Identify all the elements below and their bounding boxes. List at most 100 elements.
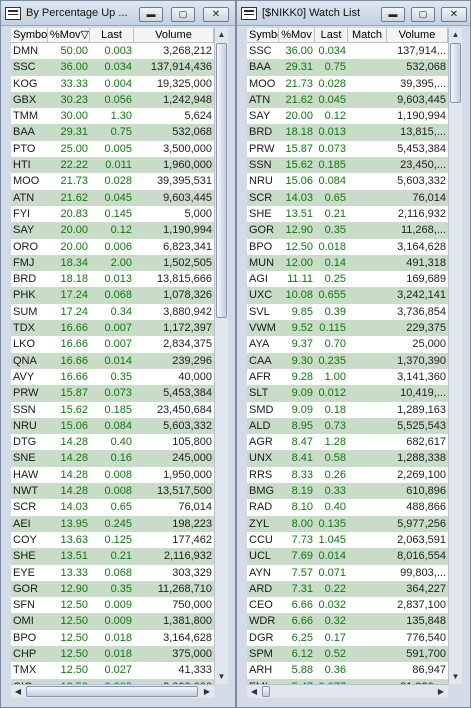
table-row[interactable]: PRW 15.87 0.073 5,453,384 — [247, 140, 448, 158]
table-row[interactable]: PRW 15.87 0.073 5,453,384 — [11, 385, 214, 402]
table-row[interactable]: MUN 12.00 0.14 491,318 — [247, 254, 448, 272]
table-row[interactable]: COY 13.63 0.125 177,462 — [11, 531, 214, 549]
vertical-scrollbar[interactable]: ▲ ▼ — [214, 28, 228, 684]
table-row[interactable]: KOG 33.33 0.004 19,325,000 — [11, 75, 214, 92]
table-row[interactable]: SHE 13.51 0.21 2,116,932 — [11, 548, 214, 565]
restore-button[interactable]: ▢ — [171, 7, 195, 22]
scroll-up-arrow[interactable]: ▲ — [449, 28, 462, 42]
table-row[interactable]: ATN 21.62 0.045 9,603,445 — [247, 91, 448, 109]
table-row[interactable]: QNA 16.66 0.014 239,296 — [11, 352, 214, 369]
table-row[interactable]: SAY 20.00 0.12 1,190,994 — [11, 222, 214, 239]
table-row[interactable]: SLT 9.09 0.012 10,419,... — [247, 385, 448, 402]
table-row[interactable]: HAW 14.28 0.008 1,950,000 — [11, 466, 214, 484]
column-header-last[interactable]: Last — [90, 28, 134, 43]
titlebar[interactable]: By Percentage Up ... ▬ ▢ ✕ — [1, 1, 235, 26]
horizontal-scrollbar[interactable]: ◀ ▶ — [247, 684, 448, 698]
table-row[interactable]: SSC 36.00 0.034 137,914... — [247, 43, 448, 60]
close-button[interactable]: ✕ — [441, 7, 467, 22]
scroll-down-arrow[interactable]: ▼ — [215, 670, 228, 684]
table-row[interactable]: ALD 8.95 0.73 5,525,543 — [247, 417, 448, 435]
table-row[interactable]: AGI 11.11 0.25 169,689 — [247, 271, 448, 288]
table-row[interactable]: GOR 12.90 0.35 11,268,710 — [11, 580, 214, 598]
table-row[interactable]: GBX 30.23 0.056 1,242,948 — [11, 91, 214, 109]
table-row[interactable]: UCL 7.69 0.014 8,016,554 — [247, 548, 448, 565]
horizontal-scrollbar[interactable]: ◀ ▶ — [11, 684, 214, 698]
table-row[interactable]: SCR 14.03 0.65 76,014 — [11, 499, 214, 516]
table-row[interactable]: BPO 12.50 0.018 3,164,628 — [11, 629, 214, 646]
scroll-left-arrow[interactable]: ◀ — [247, 685, 261, 699]
table-row[interactable]: EYE 13.33 0.068 303,329 — [11, 564, 214, 581]
close-button[interactable]: ✕ — [203, 7, 229, 22]
column-header-symbol[interactable]: Symbo — [247, 28, 279, 43]
scroll-right-arrow[interactable]: ▶ — [434, 685, 448, 699]
table-row[interactable]: UXC 10.08 0.655 3,242,141 — [247, 287, 448, 304]
table-row[interactable]: AFR 9.28 1.00 3,141,360 — [247, 368, 448, 386]
table-row[interactable]: SMD 9.09 0.18 1,289,163 — [247, 401, 448, 418]
table-row[interactable]: UNX 8.41 0.58 1,288,338 — [247, 450, 448, 467]
scroll-left-arrow[interactable]: ◀ — [11, 685, 25, 699]
column-header-volume[interactable]: Volume — [387, 28, 448, 43]
column-header-match[interactable]: Match — [348, 28, 387, 43]
scroll-thumb-horizontal[interactable] — [262, 686, 270, 697]
table-row[interactable]: FYI 20.83 0.145 5,000 — [11, 205, 214, 223]
minimize-button[interactable]: ▬ — [139, 7, 163, 22]
table-row[interactable]: TMM 30.00 1.30 5,624 — [11, 108, 214, 125]
table-row[interactable]: SUM 17.24 0.34 3,880,942 — [11, 303, 214, 321]
table-row[interactable]: SSC 36.00 0.034 137,914,436 — [11, 59, 214, 76]
table-row[interactable]: SVL 9.85 0.39 3,736,854 — [247, 303, 448, 321]
table-row[interactable]: SAY 20.00 0.12 1,190,994 — [247, 108, 448, 125]
table-row[interactable]: SSN 15.62 0.185 23,450,... — [247, 157, 448, 174]
table-row[interactable]: SSN 15.62 0.185 23,450,684 — [11, 401, 214, 418]
table-row[interactable]: CHP 12.50 0.018 375,000 — [11, 645, 214, 663]
table-row[interactable]: NRU 15.06 0.084 5,603,332 — [247, 173, 448, 190]
table-row[interactable]: RAD 8.10 0.40 488,866 — [247, 499, 448, 516]
table-row[interactable]: BAA 29.31 0.75 532,068 — [247, 59, 448, 76]
table-row[interactable]: AGR 8.47 1.28 682,617 — [247, 434, 448, 451]
table-row[interactable]: CAA 9.30 0.235 1,370,390 — [247, 352, 448, 369]
table-row[interactable]: BRD 18.18 0.013 13,815,666 — [11, 271, 214, 288]
table-row[interactable]: SFN 12.50 0.009 750,000 — [11, 597, 214, 614]
scroll-up-arrow[interactable]: ▲ — [215, 28, 228, 42]
table-row[interactable]: DMN 50.00 0.003 3,268,212 — [11, 43, 214, 60]
table-row[interactable]: BRD 18.18 0.013 13,815,... — [247, 124, 448, 141]
table-row[interactable]: AYN 7.57 0.071 99,803,... — [247, 564, 448, 581]
table-row[interactable]: DGR 6.25 0.17 776,540 — [247, 629, 448, 646]
table-row[interactable]: MOO 21.73 0.028 39,395,... — [247, 75, 448, 92]
table-row[interactable]: NWT 14.28 0.008 13,517,500 — [11, 483, 214, 500]
table-row[interactable]: MOO 21.73 0.028 39,395,531 — [11, 173, 214, 190]
table-row[interactable]: SPM 6.12 0.52 591,700 — [247, 645, 448, 663]
table-row[interactable]: NRU 15.06 0.084 5,603,332 — [11, 417, 214, 435]
table-row[interactable]: WDR 6.66 0.32 135,848 — [247, 613, 448, 630]
table-row[interactable]: RRS 8.33 0.26 2,269,100 — [247, 466, 448, 484]
table-row[interactable]: AVY 16.66 0.35 40,000 — [11, 368, 214, 386]
column-header-symbol[interactable]: Symbo — [11, 28, 48, 43]
table-row[interactable]: ORO 20.00 0.006 6,823,341 — [11, 238, 214, 255]
minimize-button[interactable]: ▬ — [381, 7, 405, 22]
table-row[interactable]: DTG 14.28 0.40 105,800 — [11, 434, 214, 451]
scroll-right-arrow[interactable]: ▶ — [200, 685, 214, 699]
restore-button[interactable]: ▢ — [411, 7, 435, 22]
table-row[interactable]: HTI 22.22 0.011 1,960,000 — [11, 157, 214, 174]
table-row[interactable]: SCR 14.03 0.65 76,014 — [247, 189, 448, 206]
table-row[interactable]: BAA 29.31 0.75 532,068 — [11, 124, 214, 141]
scroll-thumb[interactable] — [216, 43, 227, 318]
table-row[interactable]: FMJ 18.34 2.00 1,502,505 — [11, 254, 214, 272]
column-header-last[interactable]: Last — [315, 28, 348, 43]
table-row[interactable]: TMX 12.50 0.027 41,333 — [11, 662, 214, 679]
column-header-volume[interactable]: Volume — [134, 28, 214, 43]
table-row[interactable]: VWM 9.52 0.115 229,375 — [247, 320, 448, 337]
scroll-down-arrow[interactable]: ▼ — [449, 670, 462, 684]
table-row[interactable]: ARH 5.88 0.36 86,947 — [247, 662, 448, 679]
titlebar[interactable]: [$NIKK0] Watch List ▬ ▢ ✕ — [237, 1, 470, 26]
table-row[interactable]: LKO 16.66 0.007 2,834,375 — [11, 336, 214, 353]
table-row[interactable]: BMG 8.19 0.33 610,896 — [247, 483, 448, 500]
table-row[interactable]: AEI 13.95 0.245 198,223 — [11, 515, 214, 532]
table-row[interactable]: ATN 21.62 0.045 9,603,445 — [11, 189, 214, 206]
column-header-pct-move[interactable]: %Mov▽ — [48, 28, 90, 43]
table-row[interactable]: TDX 16.66 0.007 1,172,397 — [11, 320, 214, 337]
table-row[interactable]: ZYL 8.00 0.135 5,977,256 — [247, 515, 448, 532]
table-row[interactable]: PHK 17.24 0.068 1,078,326 — [11, 287, 214, 304]
table-row[interactable]: PTO 25.00 0.005 3,500,000 — [11, 140, 214, 158]
table-row[interactable]: OMI 12.50 0.009 1,381,800 — [11, 613, 214, 630]
table-row[interactable]: SNE 14.28 0.16 245,000 — [11, 450, 214, 467]
